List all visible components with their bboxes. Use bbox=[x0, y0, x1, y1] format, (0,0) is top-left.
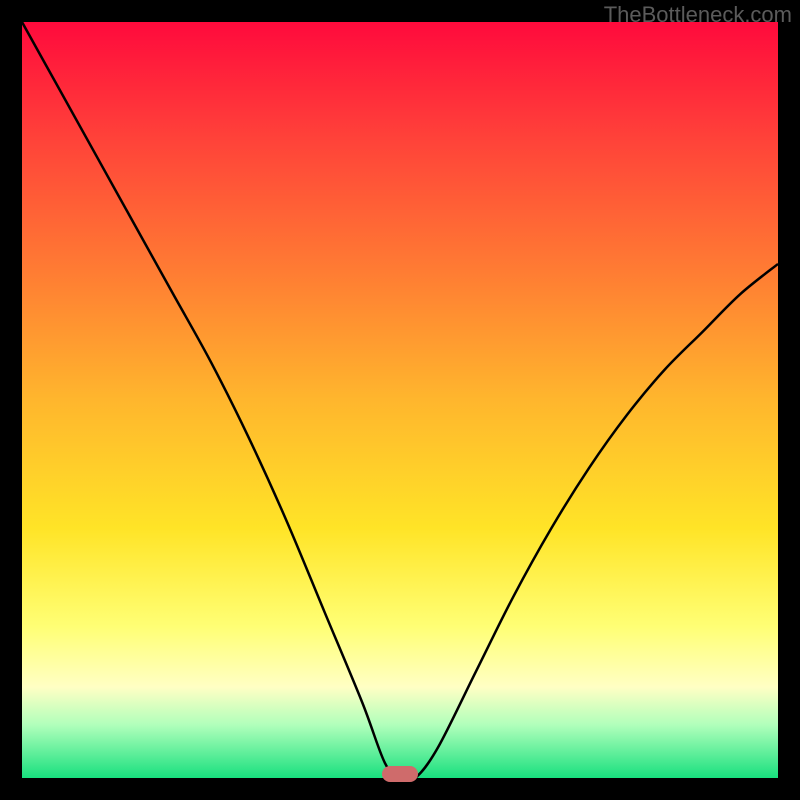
bottleneck-curve bbox=[22, 22, 778, 778]
chart-container: TheBottleneck.com bbox=[0, 0, 800, 800]
plot-area bbox=[22, 22, 778, 778]
optimal-marker bbox=[382, 766, 418, 782]
watermark-text: TheBottleneck.com bbox=[604, 2, 792, 28]
